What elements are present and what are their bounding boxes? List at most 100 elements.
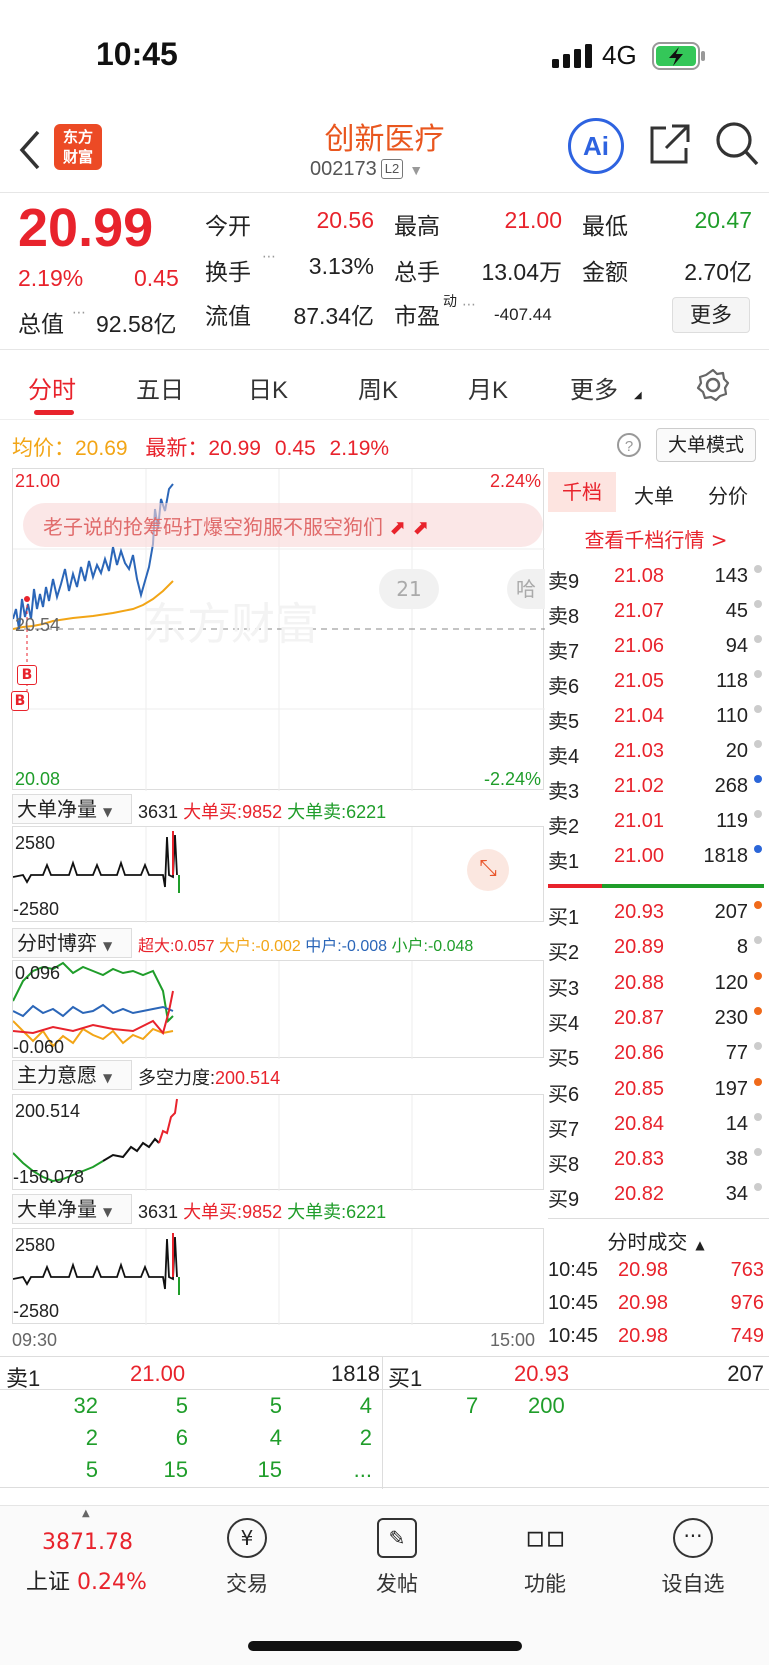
status-dot (754, 810, 762, 818)
chart-info-line: 均价：20.69 最新：20.99 0.45 2.19% (12, 437, 390, 460)
tab-price-distribution[interactable]: 分价 (708, 480, 748, 509)
ticks-header[interactable]: 分时成交 ▲ (548, 1226, 764, 1255)
bid-volume: 38 (725, 1148, 748, 1171)
bid-price: 20.89 (614, 936, 665, 959)
nav-trade[interactable]: ¥ 交易 (192, 1518, 302, 1598)
ask-label: 卖6 (548, 676, 580, 698)
danmaku-bubble[interactable]: 21 (379, 569, 439, 609)
buy-marker[interactable]: B (11, 691, 29, 711)
mktcap-label: 总值 (18, 311, 64, 337)
bid-row[interactable]: 买4 20.87 230 (548, 1004, 764, 1035)
ask-price: 21.02 (614, 775, 665, 797)
bid-row[interactable]: 买1 20.93 207 (548, 898, 764, 929)
nav-add-watchlist[interactable]: ··· 设自选 (638, 1518, 748, 1598)
bid-label: 买9 (548, 1189, 580, 1212)
bid-row[interactable]: 买8 20.83 38 (548, 1145, 764, 1176)
open-label: 今开 (205, 213, 251, 239)
danmaku-bubble[interactable]: 哈 (507, 569, 545, 609)
willingness-chart[interactable]: 200.514 -150.078 (12, 1094, 544, 1191)
index-name[interactable]: 上证 0.24% (26, 1564, 147, 1596)
tab-weekly-k[interactable]: 周K (358, 370, 398, 405)
amount-label: 金额 (582, 259, 628, 285)
indicator-values: 3631 大单买:9852 大单卖:6221 (138, 802, 387, 822)
view-thousand-level-link[interactable]: 查看千档行情 > (548, 524, 764, 553)
y-mid-label: 20.54 (15, 615, 61, 635)
status-dot (754, 971, 762, 980)
help-icon[interactable]: ? (616, 432, 642, 458)
game-chart[interactable]: 0.096 -0.060 (12, 960, 544, 1059)
tick-row: 10:45 20.98 749 (548, 1325, 764, 1347)
ask-row[interactable]: 卖1 21.00 1818 (548, 842, 764, 873)
share-icon[interactable] (648, 122, 692, 166)
indicator-selector[interactable]: 分时博弈 ▼ (12, 928, 132, 958)
ask-row[interactable]: 卖4 21.03 20 (548, 737, 764, 768)
expand-icon[interactable]: ⤡ (467, 849, 509, 891)
ask-row[interactable]: 卖6 21.05 118 (548, 667, 764, 698)
bid-row[interactable]: 买7 20.84 14 (548, 1110, 764, 1141)
tab-intraday[interactable]: 分时 (28, 370, 76, 405)
tab-five-day[interactable]: 五日 (136, 370, 184, 405)
ask-row[interactable]: 卖7 21.06 94 (548, 632, 764, 663)
search-icon[interactable] (714, 120, 760, 168)
change-pct: 2.19% (18, 265, 84, 291)
info-icon[interactable]: ⋯ (72, 305, 86, 321)
gear-icon[interactable] (696, 368, 730, 402)
danmaku-comment[interactable]: 老子说的抢筹码打爆空狗服不服空狗们 ⬈ ⬈ (23, 503, 543, 547)
bid-volume: 14 (725, 1112, 748, 1135)
edit-icon: ✎ (377, 1518, 417, 1558)
tick-row: 10:45 20.98 976 (548, 1292, 764, 1314)
info-icon[interactable]: ⋯ (262, 249, 276, 265)
pct-top-label: 2.24% (489, 471, 541, 491)
high-label: 最高 (394, 213, 440, 239)
queue-order: ... (353, 1457, 372, 1482)
change-value: 0.45 (134, 265, 179, 291)
bid-row[interactable]: 买5 20.86 77 (548, 1039, 764, 1070)
status-dot (754, 565, 762, 573)
stock-code-selector[interactable]: 002173 L2 ▼ (310, 158, 423, 181)
more-button[interactable]: 更多 (672, 297, 750, 333)
big-order-chart[interactable]: 2580 -2580 (12, 1228, 544, 1325)
bid-price: 20.85 (614, 1077, 665, 1100)
nav-functions[interactable]: ▫▫ 功能 (490, 1518, 600, 1598)
tab-thousand-level[interactable]: 千档 (548, 472, 616, 512)
bid-row[interactable]: 买2 20.89 8 (548, 933, 764, 964)
info-icon[interactable]: ⋯ (462, 297, 476, 313)
buy-marker[interactable]: B (17, 665, 37, 685)
tab-big-order[interactable]: 大单 (634, 480, 674, 509)
indicator-selector[interactable]: 大单净量 ▼ (12, 1194, 132, 1224)
indicator-selector[interactable]: 大单净量 ▼ (12, 794, 132, 824)
ai-button[interactable]: Ai (568, 118, 624, 174)
float-label: 流值 (205, 303, 251, 329)
ask-row[interactable]: 卖8 21.07 45 (548, 597, 764, 628)
float-value: 87.34亿 (293, 303, 374, 329)
y-bottom-label: 20.08 (15, 769, 61, 789)
tab-daily-k[interactable]: 日K (248, 370, 288, 405)
ask-price: 21.00 (614, 845, 665, 867)
index-value[interactable]: 3871.78 (42, 1530, 133, 1555)
pe-label: 市盈 (394, 303, 440, 329)
ask-label: 卖5 (548, 711, 580, 733)
watermark: 东方财富 (143, 599, 319, 650)
queue-order: 5 (85, 1457, 98, 1482)
clock: 10:45 (96, 36, 178, 72)
tab-more[interactable]: 更多 (570, 370, 618, 405)
ask-row[interactable]: 卖9 21.08 143 (548, 562, 764, 593)
time-start-label: 09:30 (12, 1330, 58, 1350)
yen-cycle-icon: ¥ (227, 1518, 267, 1558)
bid-label: 买7 (548, 1118, 580, 1141)
ask-volume: 45 (725, 600, 748, 622)
ask-row[interactable]: 卖3 21.02 268 (548, 772, 764, 803)
ask-row[interactable]: 卖2 21.01 119 (548, 807, 764, 838)
bid-row[interactable]: 买6 20.85 197 (548, 1075, 764, 1106)
indicator-selector[interactable]: 主力意愿 ▼ (12, 1060, 132, 1090)
tab-monthly-k[interactable]: 月K (468, 370, 508, 405)
price-chart[interactable]: 东方财富 21.00 20.54 20.08 2.24% -2.24% 老子说的… (11, 468, 545, 791)
ask-row[interactable]: 卖5 21.04 110 (548, 702, 764, 733)
bid-row[interactable]: 买9 20.82 34 (548, 1180, 764, 1212)
nav-post[interactable]: ✎ 发帖 (342, 1518, 452, 1598)
orderbook-tabs: 千档 大单 分价 (548, 472, 764, 512)
bid-price: 20.83 (614, 1148, 665, 1171)
bid-row[interactable]: 买3 20.88 120 (548, 969, 764, 1000)
big-order-chart[interactable]: 2580 -2580 ⤡ (12, 826, 544, 923)
big-order-mode-button[interactable]: 大单模式 (656, 428, 756, 462)
